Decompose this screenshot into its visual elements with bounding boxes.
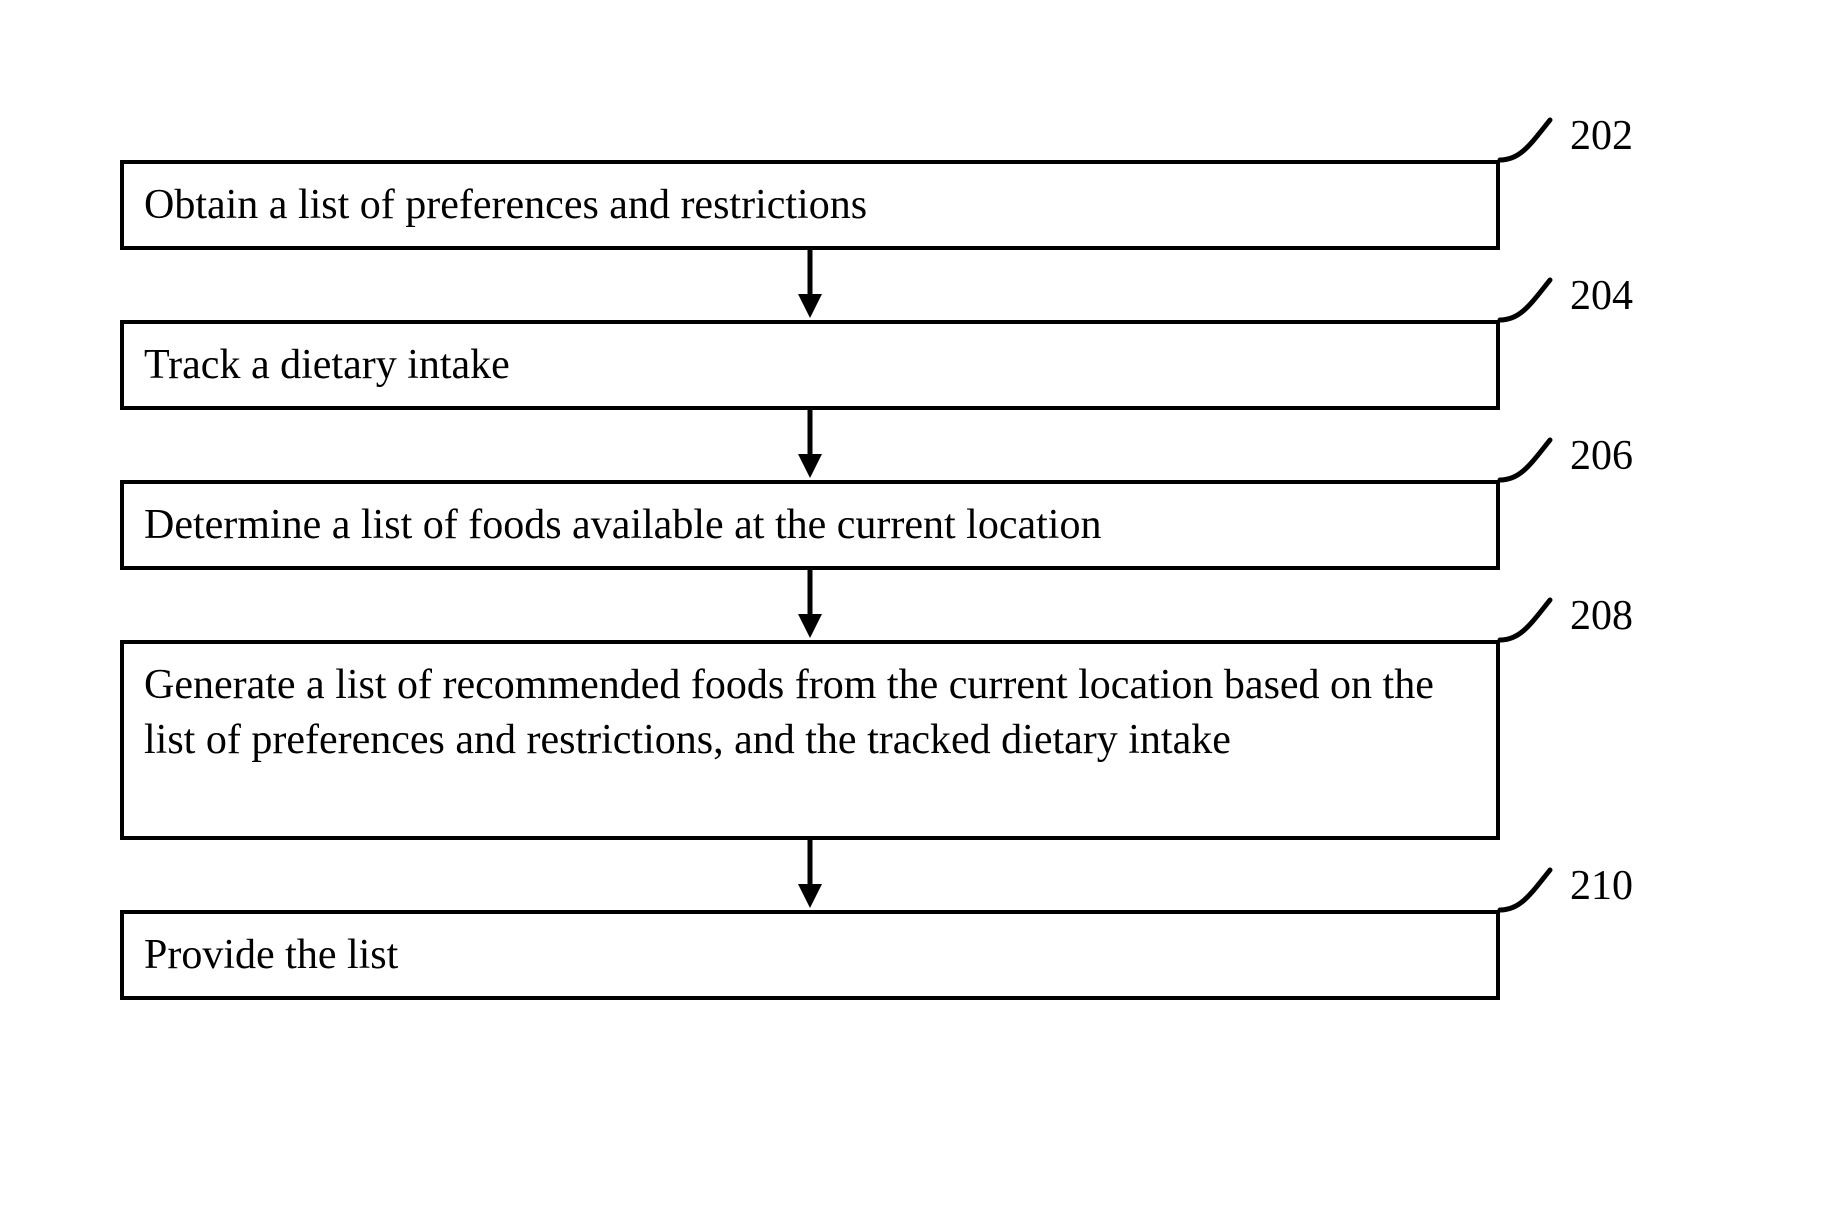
step-box-204: Track a dietary intake (120, 320, 1500, 410)
leader-hook-206 (1500, 440, 1570, 500)
step-text: Track a dietary intake (144, 342, 510, 388)
ref-label-208: 208 (1570, 595, 1633, 637)
ref-label-202: 202 (1570, 115, 1633, 157)
leader-hook-204 (1500, 280, 1570, 340)
ref-label-206: 206 (1570, 435, 1633, 477)
step-text: Obtain a list of preferences and restric… (144, 182, 867, 228)
ref-label-204: 204 (1570, 275, 1633, 317)
step-text: Determine a list of foods available at t… (144, 502, 1101, 548)
arrow-206-208 (793, 570, 827, 640)
step-text: Generate a list of recommended foods fro… (144, 662, 1434, 763)
step-box-202: Obtain a list of preferences and restric… (120, 160, 1500, 250)
leader-hook-210 (1500, 870, 1570, 930)
arrow-204-206 (793, 410, 827, 480)
step-box-206: Determine a list of foods available at t… (120, 480, 1500, 570)
step-text: Provide the list (144, 932, 398, 978)
arrow-202-204 (793, 250, 827, 320)
leader-hook-202 (1500, 120, 1570, 180)
step-box-210: Provide the list (120, 910, 1500, 1000)
arrow-208-210 (793, 840, 827, 910)
ref-label-210: 210 (1570, 865, 1633, 907)
flowchart: Obtain a list of preferences and restric… (0, 0, 1823, 1211)
step-box-208: Generate a list of recommended foods fro… (120, 640, 1500, 840)
leader-hook-208 (1500, 600, 1570, 660)
